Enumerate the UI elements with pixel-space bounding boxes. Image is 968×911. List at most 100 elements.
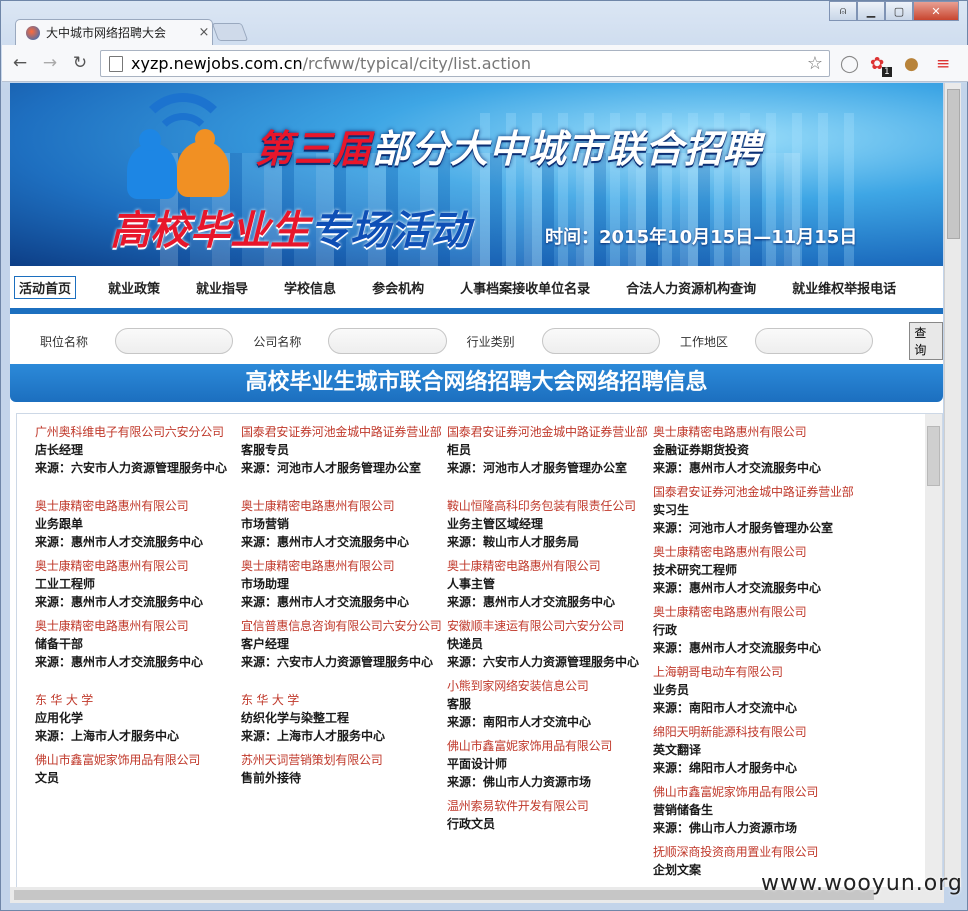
- job-title-link[interactable]: 柜员: [447, 441, 653, 459]
- company-link[interactable]: 奥士康精密电路惠州有限公司: [35, 557, 241, 575]
- company-link[interactable]: 抚顺深商投资商用置业有限公司: [653, 843, 859, 861]
- company-link[interactable]: 苏州天词营销策划有限公司: [241, 751, 447, 769]
- job-title-link[interactable]: 业务员: [653, 681, 859, 699]
- company-link[interactable]: 奥士康精密电路惠州有限公司: [241, 557, 447, 575]
- job-item[interactable]: 宜信普惠信息咨询有限公司六安分公司 客户经理 来源：六安市人力资源管理服务中心: [241, 617, 447, 671]
- job-title-link[interactable]: 工业工程师: [35, 575, 241, 593]
- job-title-link[interactable]: 业务主管区域经理: [447, 515, 653, 533]
- job-name-input[interactable]: [114, 328, 234, 354]
- job-title-link[interactable]: 英文翻译: [653, 741, 859, 759]
- job-title-link[interactable]: 店长经理: [35, 441, 241, 459]
- back-arrow-icon[interactable]: ←: [8, 51, 32, 75]
- user-icon[interactable]: ⍝: [829, 1, 857, 21]
- company-link[interactable]: 奥士康精密电路惠州有限公司: [653, 543, 859, 561]
- company-link[interactable]: 佛山市鑫富妮家饰用品有限公司: [35, 751, 241, 769]
- job-title-link[interactable]: 金融证券期货投资: [653, 441, 859, 459]
- nav-home[interactable]: 活动首页: [14, 275, 77, 299]
- company-link[interactable]: 小熊到家网络安装信息公司: [447, 677, 653, 695]
- job-title-link[interactable]: 快递员: [447, 635, 653, 653]
- job-title-link[interactable]: 客服: [447, 695, 653, 713]
- company-link[interactable]: 国泰君安证券河池金城中路证券营业部: [241, 423, 447, 441]
- company-link[interactable]: 鞍山恒隆高科印务包装有限责任公司: [447, 497, 653, 515]
- company-link[interactable]: 东 华 大 学: [35, 691, 241, 709]
- job-item[interactable]: 苏州天词营销策划有限公司 售前外接待: [241, 751, 447, 787]
- company-link[interactable]: 温州索易软件开发有限公司: [447, 797, 653, 815]
- job-item[interactable]: 奥士康精密电路惠州有限公司 技术研究工程师 来源：惠州市人才交流服务中心: [653, 543, 859, 597]
- company-link[interactable]: 奥士康精密电路惠州有限公司: [447, 557, 653, 575]
- forward-arrow-icon[interactable]: →: [38, 51, 62, 75]
- job-item[interactable]: 东 华 大 学应用化学 来源：上海市人才服务中心: [35, 691, 241, 745]
- job-item[interactable]: 东 华 大 学纺织化学与染整工程 来源：上海市人才服务中心: [241, 691, 447, 745]
- job-title-link[interactable]: 客户经理: [241, 635, 447, 653]
- page-scrollbar[interactable]: [944, 83, 961, 887]
- job-title-link[interactable]: 实习生: [653, 501, 859, 519]
- area-input[interactable]: [754, 328, 874, 354]
- list-scrollbar[interactable]: [925, 414, 942, 887]
- reload-icon[interactable]: ↻: [68, 51, 92, 75]
- job-title-link[interactable]: 人事主管: [447, 575, 653, 593]
- company-link[interactable]: 上海朝哥电动车有限公司: [653, 663, 859, 681]
- maximize-button[interactable]: ▢: [885, 1, 913, 21]
- cookie-icon[interactable]: ●: [904, 54, 919, 74]
- nav-participants[interactable]: 参会机构: [354, 278, 442, 297]
- job-item[interactable]: 鞍山恒隆高科印务包装有限责任公司 业务主管区域经理 来源：鞍山市人才服务局: [447, 497, 653, 551]
- job-item[interactable]: 小熊到家网络安装信息公司 客服 来源：南阳市人才交流中心: [447, 677, 653, 731]
- job-title-link[interactable]: 客服专员: [241, 441, 447, 459]
- job-title-link[interactable]: 应用化学: [35, 709, 241, 727]
- company-link[interactable]: 奥士康精密电路惠州有限公司: [653, 603, 859, 621]
- job-item[interactable]: 国泰君安证券河池金城中路证券营业部 柜员 来源：河池市人才服务管理办公室: [447, 423, 653, 477]
- job-item[interactable]: 奥士康精密电路惠州有限公司 工业工程师 来源：惠州市人才交流服务中心: [35, 557, 241, 611]
- job-item[interactable]: 奥士康精密电路惠州有限公司 储备干部 来源：惠州市人才交流服务中心: [35, 617, 241, 671]
- job-item[interactable]: 佛山市鑫富妮家饰用品有限公司 平面设计师 来源：佛山市人力资源市场: [447, 737, 653, 791]
- list-scroll-thumb[interactable]: [927, 426, 940, 486]
- company-link[interactable]: 广州奥科维电子有限公司六安分公司: [35, 423, 241, 441]
- job-item[interactable]: 佛山市鑫富妮家饰用品有限公司 文员: [35, 751, 241, 787]
- browser-tab[interactable]: 大中城市网络招聘大会 ×: [15, 19, 213, 45]
- menu-icon[interactable]: ≡: [936, 54, 950, 74]
- address-bar[interactable]: xyzp.newjobs.com.cn/rcfww/typical/city/l…: [100, 50, 830, 77]
- job-item[interactable]: 安徽顺丰速运有限公司六安分公司 快递员 来源：六安市人力资源管理服务中心: [447, 617, 653, 671]
- job-item[interactable]: 奥士康精密电路惠州有限公司 市场助理 来源：惠州市人才交流服务中心: [241, 557, 447, 611]
- job-item[interactable]: 佛山市鑫富妮家饰用品有限公司 营销储备生 来源：佛山市人力资源市场: [653, 783, 859, 837]
- company-link[interactable]: 国泰君安证券河池金城中路证券营业部: [653, 483, 859, 501]
- job-item[interactable]: 奥士康精密电路惠州有限公司 业务跟单 来源：惠州市人才交流服务中心: [35, 497, 241, 551]
- company-link[interactable]: 宜信普惠信息咨询有限公司六安分公司: [241, 617, 447, 635]
- company-link[interactable]: 佛山市鑫富妮家饰用品有限公司: [447, 737, 653, 755]
- minimize-button[interactable]: ▁: [857, 1, 885, 21]
- company-name-input[interactable]: [328, 328, 447, 354]
- job-item[interactable]: 奥士康精密电路惠州有限公司 金融证券期货投资 来源：惠州市人才交流服务中心: [653, 423, 859, 477]
- bookmark-star-icon[interactable]: ☆: [807, 53, 823, 74]
- company-link[interactable]: 奥士康精密电路惠州有限公司: [241, 497, 447, 515]
- page-scroll-thumb[interactable]: [947, 89, 960, 239]
- job-item[interactable]: 上海朝哥电动车有限公司 业务员 来源：南阳市人才交流中心: [653, 663, 859, 717]
- job-title-link[interactable]: 储备干部: [35, 635, 241, 653]
- close-window-button[interactable]: ✕: [913, 1, 959, 21]
- job-item[interactable]: 奥士康精密电路惠州有限公司 行政 来源：惠州市人才交流服务中心: [653, 603, 859, 657]
- job-title-link[interactable]: 营销储备生: [653, 801, 859, 819]
- company-link[interactable]: 国泰君安证券河池金城中路证券营业部: [447, 423, 653, 441]
- nav-hr-agencies[interactable]: 合法人力资源机构查询: [608, 278, 774, 297]
- job-title-link[interactable]: 售前外接待: [241, 769, 447, 787]
- job-title-link[interactable]: 市场助理: [241, 575, 447, 593]
- tab-close-icon[interactable]: ×: [196, 25, 212, 40]
- new-tab-button[interactable]: [211, 23, 249, 41]
- extension-circle-icon[interactable]: ◯: [840, 54, 859, 74]
- job-title-link[interactable]: 行政: [653, 621, 859, 639]
- job-item[interactable]: 绵阳天明新能源科技有限公司 英文翻译 来源：绵阳市人才服务中心: [653, 723, 859, 777]
- job-item[interactable]: 奥士康精密电路惠州有限公司 市场营销 来源：惠州市人才交流服务中心: [241, 497, 447, 551]
- industry-input[interactable]: [541, 328, 660, 354]
- job-title-link[interactable]: 市场营销: [241, 515, 447, 533]
- job-title-link[interactable]: 文员: [35, 769, 241, 787]
- job-title-link[interactable]: 平面设计师: [447, 755, 653, 773]
- job-title-link[interactable]: 行政文员: [447, 815, 653, 833]
- job-item[interactable]: 奥士康精密电路惠州有限公司 人事主管 来源：惠州市人才交流服务中心: [447, 557, 653, 611]
- job-item[interactable]: 温州索易软件开发有限公司 行政文员: [447, 797, 653, 833]
- company-link[interactable]: 奥士康精密电路惠州有限公司: [35, 497, 241, 515]
- nav-policy[interactable]: 就业政策: [90, 278, 178, 297]
- horizontal-scroll-thumb[interactable]: [14, 890, 874, 900]
- job-title-link[interactable]: 业务跟单: [35, 515, 241, 533]
- job-title-link[interactable]: 纺织化学与染整工程: [241, 709, 447, 727]
- company-link[interactable]: 奥士康精密电路惠州有限公司: [35, 617, 241, 635]
- company-link[interactable]: 安徽顺丰速运有限公司六安分公司: [447, 617, 653, 635]
- search-button[interactable]: 查询: [909, 322, 943, 360]
